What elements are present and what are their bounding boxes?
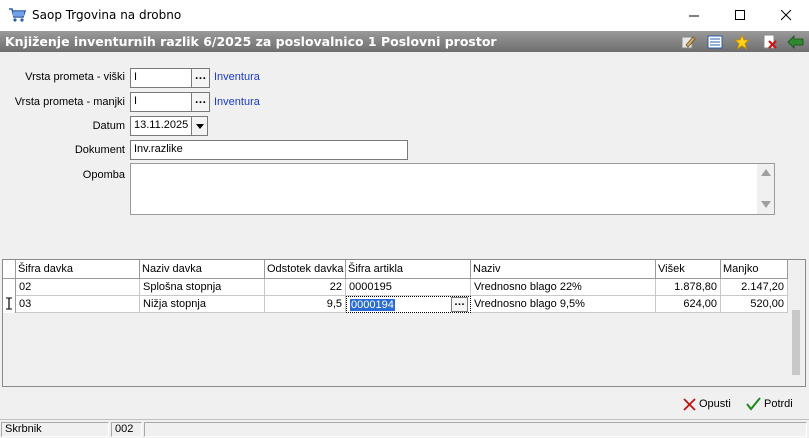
cell-naziv-davka[interactable]: Splošna stopnja	[140, 279, 265, 296]
row-indicator[interactable]	[3, 279, 16, 296]
status-user-label: Skrbnik	[1, 422, 109, 437]
vrsta-visek-label: Vrsta prometa - viški	[25, 71, 125, 83]
cell-odstotek-davka[interactable]: 9,5	[265, 296, 346, 313]
status-bar: Skrbnik 002	[0, 419, 809, 438]
scroll-up-icon[interactable]	[761, 169, 771, 176]
row-indicator[interactable]	[3, 296, 16, 313]
datum-input[interactable]: 13.11.2025	[130, 116, 192, 136]
status-panel-empty	[144, 422, 807, 437]
maximize-button[interactable]	[717, 0, 763, 31]
text-cursor-icon	[6, 297, 12, 310]
list-icon[interactable]	[706, 33, 724, 50]
grid-header-indicator	[3, 260, 16, 279]
opomba-text	[131, 164, 774, 168]
tax-grid[interactable]: Šifra davka Naziv davka Odstotek davka Š…	[2, 259, 806, 387]
col-naziv[interactable]: Naziv	[471, 260, 656, 279]
close-button[interactable]	[763, 0, 809, 31]
opomba-scrollbar[interactable]	[757, 164, 774, 214]
cell-sifra-davka[interactable]: 02	[16, 279, 140, 296]
cell-visek[interactable]: 624,00	[656, 296, 721, 313]
col-sifra-artikla[interactable]: Šifra artikla	[346, 260, 471, 279]
vrsta-manjko-input[interactable]: I	[130, 92, 192, 112]
cell-visek[interactable]: 1.878,80	[656, 279, 721, 296]
cancel-button-label: Opusti	[699, 398, 731, 410]
vrsta-manjko-label: Vrsta prometa - manjki	[14, 96, 125, 108]
dokument-input[interactable]: Inv.razlike	[130, 140, 408, 160]
form-header-title: Knjiženje inventurnih razlik 6/2025 za p…	[5, 34, 497, 49]
check-icon	[746, 397, 761, 411]
grid-scrollbar-thumb[interactable]	[792, 310, 800, 375]
cell-odstotek-davka[interactable]: 22	[265, 279, 346, 296]
cell-naziv[interactable]: Vrednosno blago 9,5%	[471, 296, 656, 313]
cancel-button[interactable]: Opusti	[683, 393, 731, 415]
scroll-down-icon[interactable]	[761, 201, 771, 208]
cell-manjko[interactable]: 2.147,20	[721, 279, 788, 296]
dokument-label: Dokument	[74, 144, 125, 156]
cell-naziv-davka[interactable]: Nižja stopnja	[140, 296, 265, 313]
col-odstotek-davka[interactable]: Odstotek davka	[265, 260, 346, 279]
cart-icon	[8, 7, 27, 23]
col-naziv-davka[interactable]: Naziv davka	[140, 260, 265, 279]
grid-header: Šifra davka Naziv davka Odstotek davka Š…	[3, 260, 788, 279]
star-icon[interactable]	[733, 33, 751, 50]
minimize-button[interactable]	[671, 0, 717, 31]
vrsta-visek-input[interactable]: I	[130, 68, 192, 88]
vrsta-manjko-browse-button[interactable]: …	[191, 92, 210, 112]
col-manjko[interactable]: Manjko	[721, 260, 788, 279]
col-visek[interactable]: Višek	[656, 260, 721, 279]
col-sifra-davka[interactable]: Šifra davka	[16, 260, 140, 279]
table-row[interactable]: 03 Nižja stopnja 9,5 0000194 … Vrednosno…	[3, 296, 788, 313]
confirm-button-label: Potrdi	[764, 398, 793, 410]
vrsta-visek-browse-button[interactable]: …	[191, 68, 210, 88]
cell-sifra-artikla-editing[interactable]: 0000194 …	[346, 296, 471, 313]
opomba-textarea[interactable]	[130, 163, 775, 215]
window-title: Saop Trgovina na drobno	[32, 8, 182, 22]
cell-manjko[interactable]: 520,00	[721, 296, 788, 313]
cell-sifra-artikla[interactable]: 0000195	[346, 279, 471, 296]
confirm-button[interactable]: Potrdi	[746, 393, 793, 415]
cancel-x-icon	[683, 397, 696, 411]
form-header-bar: Knjiženje inventurnih razlik 6/2025 za p…	[0, 31, 809, 52]
table-row[interactable]: 02 Splošna stopnja 22 0000195 Vrednosno …	[3, 279, 788, 296]
delete-doc-icon[interactable]	[761, 33, 779, 50]
datum-label: Datum	[92, 120, 125, 132]
cell-sifra-artikla-value[interactable]: 0000194	[350, 299, 395, 311]
vrsta-manjko-link[interactable]: Inventura	[214, 96, 260, 108]
cell-naziv[interactable]: Vrednosno blago 22%	[471, 279, 656, 296]
vrsta-visek-link[interactable]: Inventura	[214, 71, 260, 83]
opomba-label: Opomba	[82, 169, 125, 181]
chevron-down-icon[interactable]	[191, 116, 208, 136]
cell-browse-button[interactable]: …	[451, 297, 468, 312]
exit-icon[interactable]	[787, 33, 805, 50]
status-user-value: 002	[111, 422, 142, 437]
edit-pencil-icon[interactable]	[679, 33, 697, 50]
window-titlebar: Saop Trgovina na drobno	[0, 0, 809, 31]
grid-scrollbar[interactable]	[788, 260, 805, 386]
cell-sifra-davka[interactable]: 03	[16, 296, 140, 313]
